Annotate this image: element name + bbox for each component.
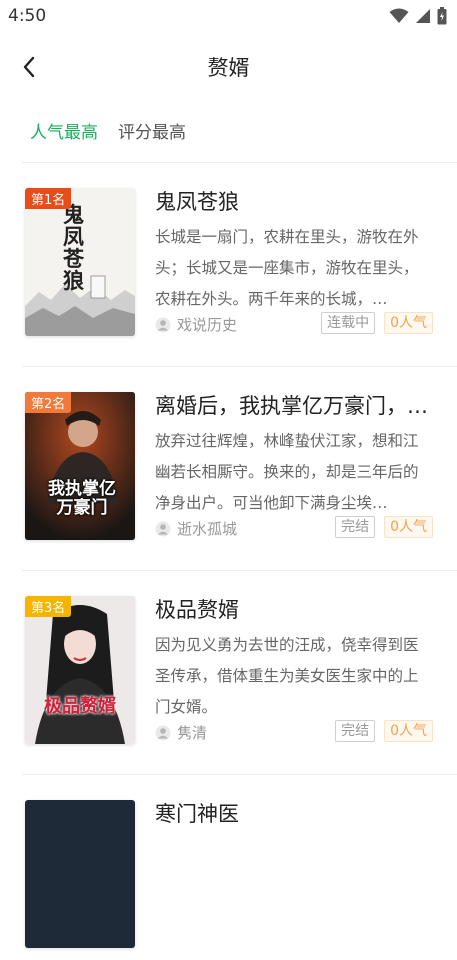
popularity-tag: 0人气 (384, 312, 433, 334)
user-icon (155, 725, 171, 740)
divider (22, 774, 457, 775)
sort-tabs: 人气最高 评分最高 (30, 118, 186, 143)
battery-icon (437, 7, 447, 25)
status-tag: 完结 (335, 516, 376, 538)
status-time: 4:50 (8, 6, 47, 26)
book-item-3[interactable]: 第3名 极品赘婿 极品赘婿 因为见义勇为去世的汪成，侥幸得到医圣传承，借体重生为… (0, 596, 457, 756)
status-bar: 4:50 (0, 0, 457, 32)
tags: 完结 0人气 (335, 516, 433, 538)
status-icons (389, 7, 447, 25)
book-cover: 第2名 我执掌亿万豪门 (25, 392, 135, 540)
rank-badge: 第3名 (25, 596, 72, 617)
author-row: 隽清 (155, 722, 207, 743)
cover-title: 鬼凤苍狼 (63, 202, 84, 293)
app-bar: 赘婿 (0, 40, 457, 94)
status-tag: 完结 (335, 720, 376, 742)
tab-most-popular[interactable]: 人气最高 (30, 118, 98, 143)
divider (22, 162, 457, 163)
cover-title: 极品赘婿 (44, 696, 116, 717)
divider (22, 366, 457, 367)
author-row: 逝水孤城 (155, 518, 237, 539)
book-description: 因为见义勇为去世的汪成，侥幸得到医圣传承，借体重生为美女医生家中的上门女婿。 (155, 636, 419, 716)
book-item-4[interactable]: 寒门神医 (0, 800, 457, 960)
cover-title: 我执掌亿万豪门 (48, 479, 116, 518)
book-description: 长城是一扇门，农耕在里头，游牧在外头；长城又是一座集市，游牧在里头，农耕在外头。… (155, 228, 419, 308)
rank-badge: 第1名 (25, 188, 72, 209)
book-description: 放弃过往辉煌，林峰蛰伏江家，想和江幽若长相厮守。换来的，却是三年后的净身出户。可… (155, 432, 419, 512)
author-name: 逝水孤城 (177, 520, 238, 538)
signal-icon (416, 9, 430, 23)
cover-art (35, 605, 125, 744)
wifi-icon (389, 8, 409, 23)
book-cover: 第3名 极品赘婿 (25, 596, 135, 744)
book-title: 鬼凤苍狼 (155, 190, 239, 214)
book-cover: 第1名 鬼凤苍狼 (25, 188, 135, 336)
book-title: 极品赘婿 (155, 598, 239, 622)
author-name: 隽清 (177, 724, 208, 742)
book-item-2[interactable]: 第2名 我执掌亿万豪门 离婚后，我执掌亿万豪门，… 放弃过往辉煌，林峰蛰伏江家，… (0, 392, 457, 552)
book-cover (25, 800, 135, 948)
popularity-tag: 0人气 (384, 720, 433, 742)
book-item-1[interactable]: 第1名 鬼凤苍狼 鬼凤苍狼 长城是一扇门，农耕在里头，游牧在外头；长城又是一座集… (0, 188, 457, 348)
tab-highest-rated[interactable]: 评分最高 (118, 118, 186, 143)
rank-badge: 第2名 (25, 392, 72, 413)
popularity-tag: 0人气 (384, 516, 433, 538)
tags: 连载中 0人气 (321, 312, 433, 334)
user-icon (155, 521, 171, 536)
page-title: 赘婿 (207, 56, 250, 80)
user-icon (155, 317, 171, 332)
book-title: 寒门神医 (155, 802, 239, 826)
status-tag: 连载中 (321, 312, 376, 334)
book-title: 离婚后，我执掌亿万豪门，… (155, 394, 428, 418)
divider (22, 570, 457, 571)
author-row: 戏说历史 (155, 314, 237, 335)
author-name: 戏说历史 (177, 316, 238, 334)
tags: 完结 0人气 (335, 720, 433, 742)
